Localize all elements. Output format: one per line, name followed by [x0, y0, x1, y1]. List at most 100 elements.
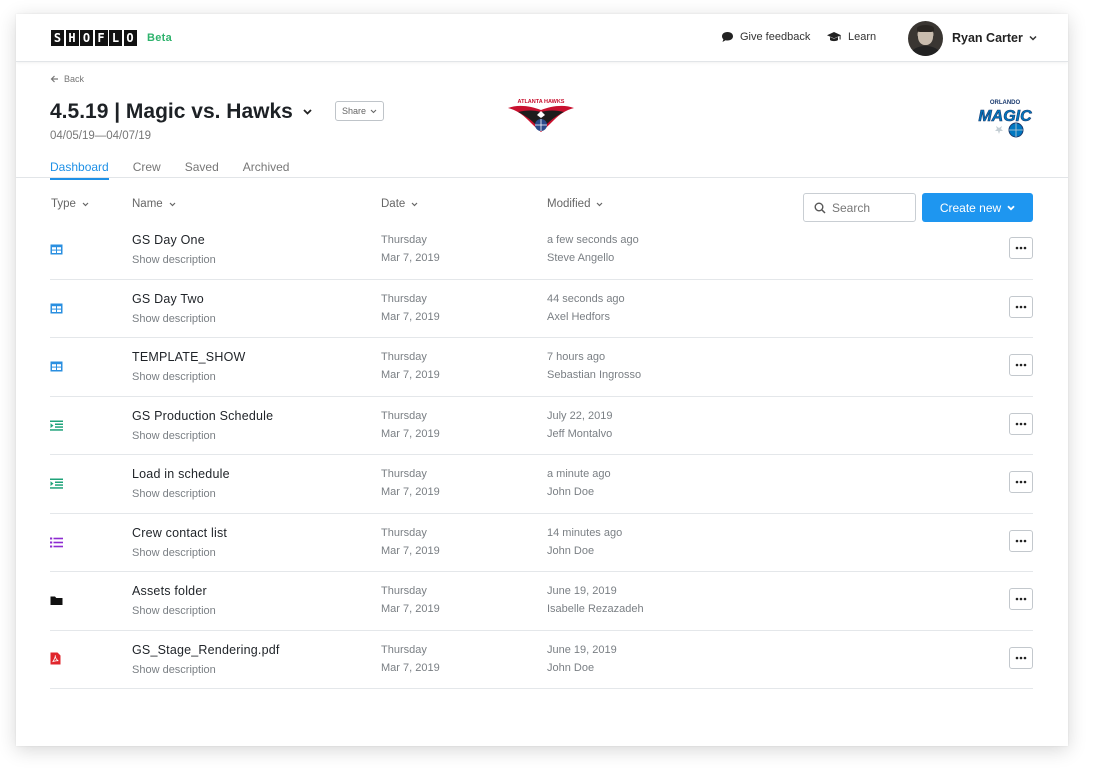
- row-more-button[interactable]: [1009, 354, 1033, 376]
- row-name[interactable]: GS Production Schedule: [132, 409, 273, 423]
- row-date-day: Thursday: [381, 292, 427, 305]
- row-date-day: Thursday: [381, 409, 427, 422]
- back-label: Back: [64, 74, 85, 84]
- row-date: Mar 7, 2019: [381, 252, 440, 264]
- row-more-button[interactable]: [1009, 237, 1033, 259]
- magic-logo-wordmark: MAGIC: [978, 108, 1032, 125]
- table-row[interactable]: TEMPLATE_SHOW Show description Thursday …: [16, 338, 1068, 397]
- row-modified: 7 hours ago: [547, 351, 606, 363]
- share-button[interactable]: Share: [335, 101, 385, 121]
- column-name-label: Name: [132, 198, 163, 210]
- beta-badge: Beta: [147, 32, 173, 44]
- schedule-icon: [50, 476, 64, 490]
- row-date-day: Thursday: [381, 351, 427, 363]
- row-modified: 14 minutes ago: [547, 526, 623, 539]
- row-date: Mar 7, 2019: [381, 603, 440, 615]
- top-bar: S H O F L O Beta Give feedback Learn Rya…: [16, 14, 1068, 62]
- column-header-name[interactable]: Name: [132, 198, 176, 210]
- hawks-logo-text: ATLANTA HAWKS: [518, 99, 565, 105]
- row-modified-by: John Doe: [547, 661, 595, 674]
- table-row[interactable]: Crew contact list Show description Thurs…: [16, 514, 1068, 573]
- folder-icon: [50, 593, 64, 607]
- spreadsheet-icon: [50, 301, 64, 315]
- create-new-label: Create new: [939, 200, 1002, 215]
- project-title-dropdown[interactable]: 4.5.19 | Magic vs. Hawks: [50, 100, 312, 124]
- row-date: Mar 7, 2019: [381, 486, 440, 498]
- row-name[interactable]: TEMPLATE_SHOW: [132, 350, 246, 364]
- row-name[interactable]: GS_Stage_Rendering.pdf: [132, 643, 280, 657]
- back-link[interactable]: Back: [50, 74, 84, 84]
- row-more-button[interactable]: [1009, 471, 1033, 493]
- learn-link[interactable]: Learn: [826, 31, 876, 43]
- chevron-down-icon: [411, 202, 418, 206]
- table-row[interactable]: GS Day One Show description Thursday Mar…: [16, 221, 1068, 280]
- more-dots-icon: [1015, 363, 1027, 367]
- row-show-description[interactable]: Show description: [132, 430, 216, 442]
- list-icon: [50, 535, 64, 549]
- logo-letter: O: [123, 30, 137, 46]
- create-new-button[interactable]: Create new: [922, 193, 1033, 222]
- row-name[interactable]: Crew contact list: [132, 526, 227, 540]
- row-date-day: Thursday: [381, 585, 427, 597]
- spreadsheet-icon: [50, 359, 64, 373]
- column-type-label: Type: [51, 198, 76, 210]
- share-label: Share: [342, 106, 367, 116]
- shoflo-logo[interactable]: S H O F L O: [51, 30, 138, 46]
- more-dots-icon: [1015, 246, 1027, 250]
- chevron-down-icon: [1029, 35, 1037, 41]
- row-more-button[interactable]: [1009, 588, 1033, 610]
- row-name[interactable]: Load in schedule: [132, 467, 230, 481]
- user-avatar[interactable]: [908, 21, 943, 56]
- row-date: Mar 7, 2019: [381, 544, 440, 557]
- row-show-description[interactable]: Show description: [132, 371, 216, 383]
- row-date: Mar 7, 2019: [381, 369, 440, 381]
- table-row[interactable]: Load in schedule Show description Thursd…: [16, 455, 1068, 514]
- row-more-button[interactable]: [1009, 646, 1033, 669]
- table-row[interactable]: GS_Stage_Rendering.pdf Show description …: [16, 631, 1068, 690]
- column-header-modified[interactable]: Modified: [547, 198, 603, 210]
- project-title: 4.5.19 | Magic vs. Hawks: [50, 100, 293, 123]
- give-feedback-link[interactable]: Give feedback: [721, 31, 810, 43]
- chevron-down-icon: [303, 109, 312, 115]
- row-show-description[interactable]: Show description: [132, 547, 216, 559]
- column-header-type[interactable]: Type: [51, 198, 89, 210]
- row-date: Mar 7, 2019: [381, 310, 440, 323]
- column-header-date[interactable]: Date: [381, 198, 418, 210]
- search-input[interactable]: Search: [803, 193, 916, 222]
- row-show-description[interactable]: Show description: [132, 488, 216, 500]
- row-show-description[interactable]: Show description: [132, 313, 216, 325]
- row-more-button[interactable]: [1009, 412, 1033, 435]
- row-date: Mar 7, 2019: [381, 661, 440, 674]
- row-date-day: Thursday: [381, 643, 427, 656]
- document-list: GS Day One Show description Thursday Mar…: [16, 221, 1068, 689]
- user-name: Ryan Carter: [952, 31, 1023, 45]
- row-name[interactable]: Assets folder: [132, 584, 207, 598]
- arrow-left-icon: [50, 75, 58, 83]
- row-modified-by: Isabelle Rezazadeh: [547, 603, 644, 615]
- row-modified: June 19, 2019: [547, 643, 617, 656]
- row-more-button[interactable]: [1009, 529, 1033, 552]
- row-show-description[interactable]: Show description: [132, 254, 216, 266]
- row-name[interactable]: GS Day One: [132, 233, 205, 247]
- row-modified-by: Sebastian Ingrosso: [547, 369, 642, 381]
- more-dots-icon: [1015, 597, 1027, 601]
- row-modified: 44 seconds ago: [547, 292, 625, 305]
- row-show-description[interactable]: Show description: [132, 605, 216, 617]
- orlando-magic-logo: ORLANDO MAGIC: [978, 100, 1032, 138]
- row-modified-by: Jeff Montalvo: [547, 427, 613, 440]
- table-row[interactable]: GS Day Two Show description Thursday Mar…: [16, 280, 1068, 339]
- pdf-icon: [50, 652, 64, 666]
- row-name[interactable]: GS Day Two: [132, 292, 204, 306]
- row-show-description[interactable]: Show description: [132, 664, 216, 676]
- schedule-icon: [50, 418, 64, 432]
- app-window: S H O F L O Beta Give feedback Learn Rya…: [16, 14, 1068, 746]
- logo-letter: O: [80, 30, 93, 46]
- more-dots-icon: [1015, 480, 1027, 484]
- user-menu[interactable]: Ryan Carter: [952, 31, 1037, 45]
- row-date-day: Thursday: [381, 234, 427, 246]
- spreadsheet-icon: [50, 242, 64, 256]
- row-more-button[interactable]: [1009, 295, 1033, 318]
- chevron-down-icon: [597, 202, 603, 206]
- table-row[interactable]: Assets folder Show description Thursday …: [16, 572, 1068, 631]
- table-row[interactable]: GS Production Schedule Show description …: [16, 397, 1068, 456]
